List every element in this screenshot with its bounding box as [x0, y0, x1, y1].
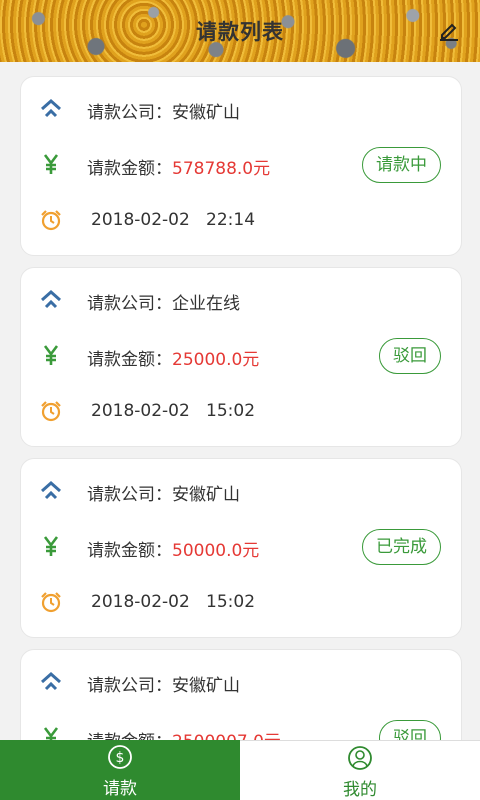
- status-badge[interactable]: 请款中: [362, 147, 441, 183]
- date-value: 2018-02-02: [91, 210, 190, 230]
- amount-value: 578788.0元: [172, 159, 271, 179]
- amount-label: 请款金额：: [87, 159, 172, 179]
- house-icon: [41, 671, 61, 691]
- amount-label: 请款金额：: [87, 732, 172, 740]
- request-card[interactable]: 请款公司：安徽矿山 请款金额：2500007.0元 驳回: [20, 649, 462, 740]
- house-icon: [41, 98, 61, 118]
- amount-value: 50000.0元: [172, 541, 260, 561]
- amount-value: 2500007.0元: [172, 732, 281, 740]
- house-icon: [41, 289, 61, 309]
- company-value: 安徽矿山: [172, 676, 240, 696]
- header-bar: 请款列表: [0, 0, 480, 62]
- house-icon: [41, 480, 61, 500]
- tab-mine[interactable]: 我的: [240, 740, 480, 800]
- page-title: 请款列表: [196, 20, 284, 44]
- company-label: 请款公司：: [87, 103, 172, 123]
- status-badge[interactable]: 驳回: [379, 720, 441, 740]
- amount-label: 请款金额：: [87, 350, 172, 370]
- time-value: 22:14: [206, 210, 256, 230]
- request-list[interactable]: 请款公司：安徽矿山 请款金额：578788.0元 请款中 2018-02-02 …: [0, 62, 480, 740]
- status-badge[interactable]: 驳回: [379, 338, 441, 374]
- date-value: 2018-02-02: [91, 592, 190, 612]
- alarm-clock-icon: [41, 210, 61, 231]
- yuan-icon: [43, 154, 59, 174]
- tab-label: 请款: [103, 779, 137, 799]
- dollar-circle-icon: $: [108, 745, 132, 769]
- request-card[interactable]: 请款公司：安徽矿山 请款金额：578788.0元 请款中 2018-02-02 …: [20, 76, 462, 256]
- yuan-icon: [43, 727, 59, 740]
- company-value: 安徽矿山: [172, 485, 240, 505]
- time-value: 15:02: [206, 592, 256, 612]
- yuan-icon: [43, 345, 59, 365]
- amount-label: 请款金额：: [87, 541, 172, 561]
- tab-label: 我的: [343, 780, 377, 800]
- time-value: 15:02: [206, 401, 256, 421]
- company-value: 企业在线: [172, 294, 240, 314]
- alarm-clock-icon: [41, 592, 61, 613]
- request-card[interactable]: 请款公司：安徽矿山 请款金额：50000.0元 已完成 2018-02-02 1…: [20, 458, 462, 638]
- user-icon: [348, 746, 372, 770]
- svg-text:$: $: [116, 750, 125, 766]
- yuan-icon: [43, 536, 59, 556]
- alarm-clock-icon: [41, 401, 61, 422]
- company-label: 请款公司：: [87, 485, 172, 505]
- status-badge[interactable]: 已完成: [362, 529, 441, 565]
- bottom-tab-bar: $ 请款 我的: [0, 740, 480, 800]
- tab-request[interactable]: $ 请款: [0, 740, 240, 800]
- company-label: 请款公司：: [87, 676, 172, 696]
- company-value: 安徽矿山: [172, 103, 240, 123]
- date-value: 2018-02-02: [91, 401, 190, 421]
- amount-value: 25000.0元: [172, 350, 260, 370]
- request-card[interactable]: 请款公司：企业在线 请款金额：25000.0元 驳回 2018-02-02 15…: [20, 267, 462, 447]
- edit-icon[interactable]: [438, 20, 460, 42]
- company-label: 请款公司：: [87, 294, 172, 314]
